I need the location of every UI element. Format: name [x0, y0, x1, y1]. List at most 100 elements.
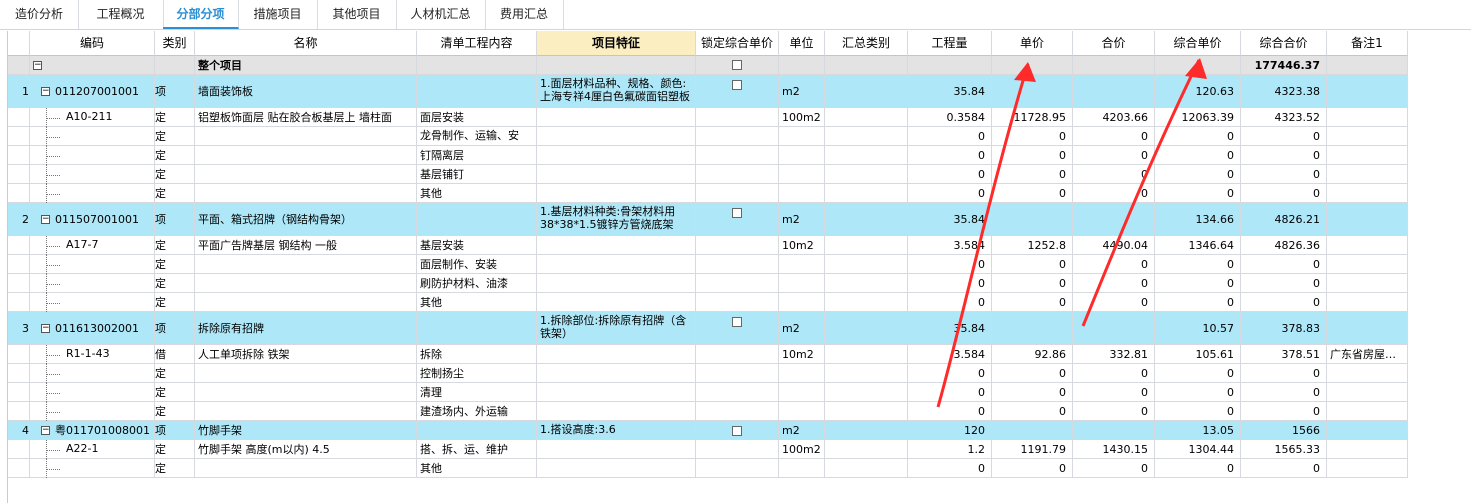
category-cell — [825, 312, 908, 345]
feature-cell: 1.拆除部位:拆除原有招牌（含铁架） — [537, 312, 696, 345]
tab-4[interactable]: 其他项目 — [317, 0, 397, 29]
column-header-11[interactable]: 综合单价 — [1155, 31, 1241, 56]
unit-total-cell: 0 — [1155, 459, 1241, 478]
unit-total-cell: 0 — [1155, 364, 1241, 383]
unit-cell — [779, 364, 825, 383]
row-number — [8, 402, 30, 421]
name-cell: 平面广告牌基层 钢结构 一般 — [195, 236, 417, 255]
category-cell — [825, 165, 908, 184]
qty-cell: 0 — [908, 255, 992, 274]
name-cell: 竹脚手架 高度(m以内) 4.5 — [195, 440, 417, 459]
lock-price-checkbox[interactable] — [732, 317, 742, 327]
amount-cell: 0 — [1073, 165, 1155, 184]
qty-cell: 0 — [908, 165, 992, 184]
total-cell: 4323.38 — [1241, 75, 1327, 108]
tree-branch — [46, 117, 60, 119]
feature-cell — [537, 56, 696, 75]
row-number — [8, 274, 30, 293]
unit-cell — [779, 274, 825, 293]
lock-cell — [696, 146, 779, 165]
header-corner — [8, 31, 30, 56]
note-cell — [1327, 236, 1408, 255]
unit-cell: 100m2 — [779, 108, 825, 127]
note-cell — [1327, 203, 1408, 236]
collapse-toggle[interactable]: − — [41, 323, 50, 333]
unit-cell — [779, 459, 825, 478]
column-header-3[interactable]: 清单工程内容 — [417, 31, 537, 56]
unit-total-cell: 134.66 — [1155, 203, 1241, 236]
price-cell: 0 — [992, 274, 1073, 293]
type-cell: 定 — [155, 255, 195, 274]
total-cell: 0 — [1241, 364, 1327, 383]
collapse-toggle[interactable]: − — [41, 214, 50, 224]
column-header-13[interactable]: 备注1 — [1327, 31, 1408, 56]
amount-cell — [1073, 421, 1155, 440]
column-header-12[interactable]: 综合合价 — [1241, 31, 1327, 56]
total-cell: 0 — [1241, 402, 1327, 421]
collapse-toggle[interactable]: − — [33, 61, 42, 70]
feature-cell — [537, 274, 696, 293]
note-cell — [1327, 312, 1408, 345]
tab-bar: 造价分析 工程概况 分部分项 措施项目 其他项目 人材机汇总 费用汇总 — [0, 0, 1471, 30]
tree-branch — [46, 468, 60, 470]
tab-1[interactable]: 工程概况 — [78, 0, 164, 29]
total-cell: 1566 — [1241, 421, 1327, 440]
unit-total-cell: 0 — [1155, 255, 1241, 274]
tree-line — [46, 293, 47, 312]
qty-cell: 1.2 — [908, 440, 992, 459]
unit-total-cell — [1155, 56, 1241, 75]
lock-cell — [696, 236, 779, 255]
grand-total-value: 177446.37 — [1241, 56, 1327, 75]
amount-cell: 0 — [1073, 127, 1155, 146]
column-header-1[interactable]: 类别 — [155, 31, 195, 56]
column-header-6[interactable]: 单位 — [779, 31, 825, 56]
row-number — [8, 255, 30, 274]
feature-cell — [537, 383, 696, 402]
column-header-7[interactable]: 汇总类别 — [825, 31, 908, 56]
column-header-8[interactable]: 工程量 — [908, 31, 992, 56]
column-header-0[interactable]: 编码 — [30, 31, 155, 56]
tab-2[interactable]: 分部分项 — [163, 0, 239, 29]
lock-price-checkbox[interactable] — [732, 80, 742, 90]
row-number — [8, 364, 30, 383]
column-header-9[interactable]: 单价 — [992, 31, 1073, 56]
tab-0[interactable]: 造价分析 — [0, 0, 79, 29]
collapse-toggle[interactable]: − — [41, 425, 50, 435]
row-number — [8, 293, 30, 312]
name-cell — [195, 127, 417, 146]
collapse-toggle[interactable]: − — [41, 86, 50, 96]
category-cell — [825, 274, 908, 293]
tree-branch — [46, 155, 60, 157]
lock-cell — [696, 364, 779, 383]
tab-6[interactable]: 费用汇总 — [485, 0, 564, 29]
content-cell: 其他 — [417, 293, 537, 312]
total-cell: 0 — [1241, 165, 1327, 184]
lock-price-checkbox[interactable] — [732, 208, 742, 218]
unit-total-cell: 0 — [1155, 402, 1241, 421]
feature-cell — [537, 440, 696, 459]
column-header-5[interactable]: 锁定综合单价 — [696, 31, 779, 56]
price-cell: 0 — [992, 293, 1073, 312]
unit-total-cell: 1304.44 — [1155, 440, 1241, 459]
feature-cell — [537, 236, 696, 255]
column-header-2[interactable]: 名称 — [195, 31, 417, 56]
unit-cell — [779, 165, 825, 184]
type-cell: 项 — [155, 75, 195, 108]
feature-cell: 1.搭设高度:3.6 — [537, 421, 696, 440]
column-header-10[interactable]: 合价 — [1073, 31, 1155, 56]
tree-branch — [46, 449, 60, 451]
price-cell — [992, 312, 1073, 345]
category-cell — [825, 236, 908, 255]
tab-5[interactable]: 人材机汇总 — [396, 0, 486, 29]
qty-cell: 35.84 — [908, 312, 992, 345]
row-number — [8, 165, 30, 184]
lock-price-checkbox[interactable] — [732, 60, 742, 70]
feature-cell — [537, 364, 696, 383]
qty-cell: 0 — [908, 293, 992, 312]
bill-grid: 编码 类别 名称 清单工程内容 项目特征 锁定综合单价 单位 汇总类别 工程量 单价 合价 综合单价综… — [8, 31, 1471, 503]
tab-3[interactable]: 措施项目 — [238, 0, 318, 29]
lock-price-checkbox[interactable] — [732, 426, 742, 436]
feature-cell — [537, 127, 696, 146]
amount-cell: 0 — [1073, 184, 1155, 203]
column-header-4[interactable]: 项目特征 — [537, 31, 696, 56]
